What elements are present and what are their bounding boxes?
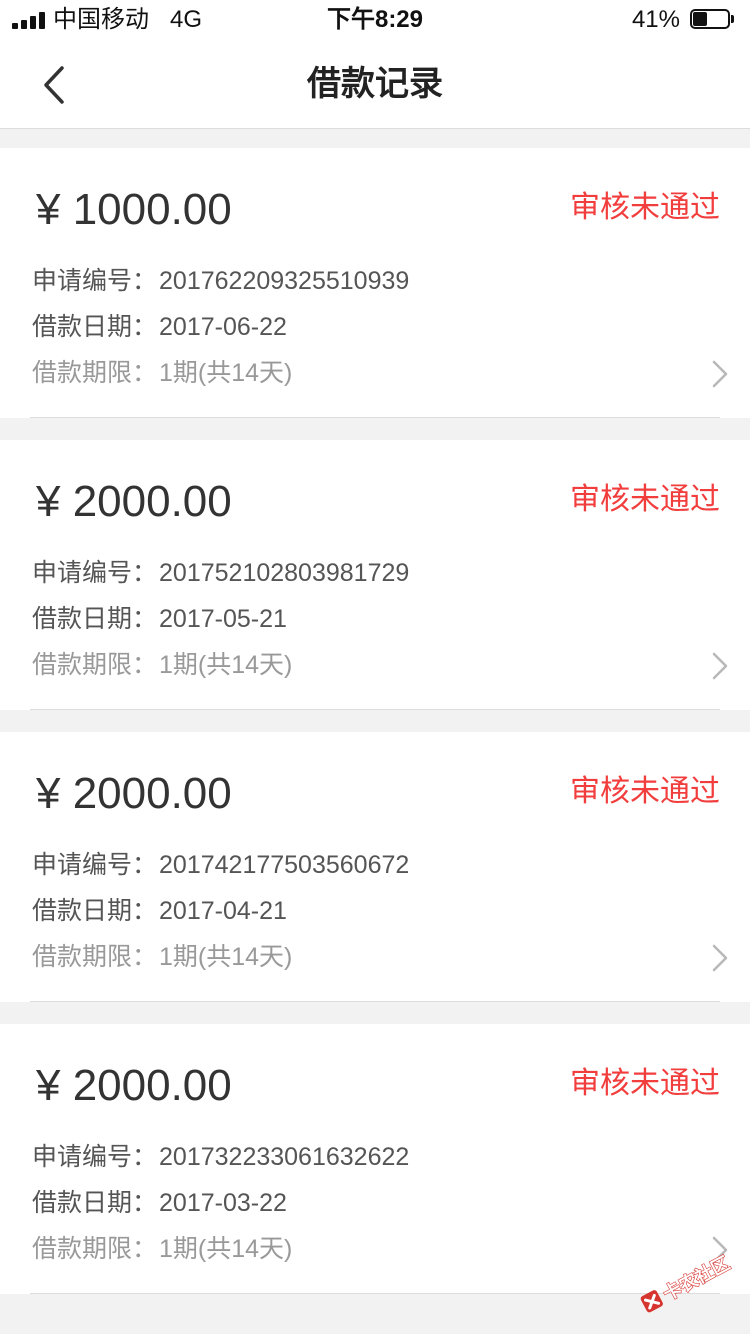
loan-status-badge: 审核未通过 [570, 775, 720, 808]
loan-record-card[interactable]: ¥ 1000.00 审核未通过 申请编号：201762209325510939 … [0, 148, 750, 418]
loan-date-row: 借款日期：2017-06-22 [32, 310, 287, 344]
application-number-label: 申请编号： [32, 851, 158, 879]
battery-level-fill [693, 12, 707, 26]
loan-amount: ¥ 1000.00 [36, 185, 232, 234]
page-title: 借款记录 [307, 65, 443, 103]
loan-status-badge: 审核未通过 [570, 191, 720, 224]
chevron-right-icon [712, 652, 728, 680]
loan-term-row: 借款期限：1期(共14天) [32, 940, 292, 974]
loan-term-value: 1期(共14天) [159, 651, 293, 679]
loan-record-card[interactable]: ¥ 2000.00 审核未通过 申请编号：201742177503560672 … [0, 732, 750, 1002]
loan-date-row: 借款日期：2017-03-22 [32, 1186, 287, 1220]
loan-amount: ¥ 2000.00 [36, 769, 232, 818]
loan-date-row: 借款日期：2017-04-21 [32, 894, 287, 928]
status-bar: 中国移动 4G 下午8:29 41% [0, 0, 750, 40]
loan-term-value: 1期(共14天) [159, 359, 293, 387]
loan-date-value: 2017-03-22 [159, 1189, 287, 1217]
loan-record-list: ¥ 1000.00 审核未通过 申请编号：201762209325510939 … [0, 148, 750, 1316]
loan-date-label: 借款日期： [32, 605, 158, 633]
loan-record-card[interactable]: ¥ 2000.00 审核未通过 申请编号：201752102803981729 … [0, 440, 750, 710]
application-number-row: 申请编号：201762209325510939 [32, 264, 409, 298]
loan-term-row: 借款期限：1期(共14天) [32, 648, 292, 682]
loan-term-value: 1期(共14天) [159, 1235, 293, 1263]
loan-term-value: 1期(共14天) [159, 943, 293, 971]
battery-icon [690, 9, 736, 31]
loan-term-label: 借款期限： [32, 943, 158, 971]
loan-date-value: 2017-06-22 [159, 313, 287, 341]
community-watermark-logo: 卡农社区 [640, 1251, 734, 1313]
loan-date-label: 借款日期： [32, 1189, 158, 1217]
loan-date-label: 借款日期： [32, 897, 158, 925]
loan-date-value: 2017-05-21 [159, 605, 287, 633]
loan-amount: ¥ 2000.00 [36, 1061, 232, 1110]
loan-amount: ¥ 2000.00 [36, 477, 232, 526]
loan-status-badge: 审核未通过 [570, 483, 720, 516]
application-number-label: 申请编号： [32, 559, 158, 587]
application-number-value: 201732233061632622 [159, 1143, 410, 1171]
application-number-label: 申请编号： [32, 1143, 158, 1171]
watermark-text: 卡农社区 [659, 1252, 733, 1305]
chevron-right-icon [712, 360, 728, 388]
loan-date-label: 借款日期： [32, 313, 158, 341]
application-number-value: 201752102803981729 [159, 559, 410, 587]
loan-term-row: 借款期限：1期(共14天) [32, 1232, 292, 1266]
loan-status-badge: 审核未通过 [570, 1067, 720, 1100]
loan-term-row: 借款期限：1期(共14天) [32, 356, 292, 390]
application-number-row: 申请编号：201732233061632622 [32, 1140, 409, 1174]
application-number-row: 申请编号：201752102803981729 [32, 556, 409, 590]
loan-term-label: 借款期限： [32, 1235, 158, 1263]
battery-percentage: 41% [631, 6, 680, 33]
application-number-value: 201762209325510939 [159, 267, 410, 295]
application-number-row: 申请编号：201742177503560672 [32, 848, 409, 882]
navigation-bar: 借款记录 [0, 40, 750, 129]
loan-date-row: 借款日期：2017-05-21 [32, 602, 287, 636]
loan-term-label: 借款期限： [32, 651, 158, 679]
loan-term-label: 借款期限： [32, 359, 158, 387]
loan-date-value: 2017-04-21 [159, 897, 287, 925]
application-number-value: 201742177503560672 [159, 851, 410, 879]
application-number-label: 申请编号： [32, 267, 158, 295]
chevron-right-icon [712, 944, 728, 972]
